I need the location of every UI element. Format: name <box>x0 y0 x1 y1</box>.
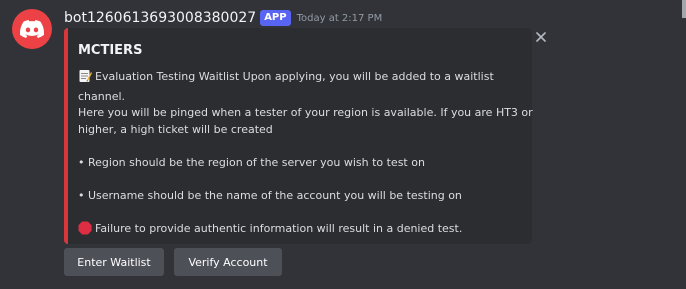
embed-description: Evaluation Testing Waitlist Upon applyin… <box>78 69 533 241</box>
message-timestamp: Today at 2:17 PM <box>296 12 383 24</box>
embed-card: MCTIERS Evaluation Testing Waitlist Upon… <box>64 28 533 244</box>
avatar[interactable] <box>12 9 52 49</box>
embed-line: • Username should be the name of the acc… <box>78 188 462 202</box>
embed-line: channel. <box>78 89 126 103</box>
embed-blank-line <box>78 138 524 155</box>
verify-account-button[interactable]: Verify Account <box>174 248 282 276</box>
embed-line: Failure to provide authentic information… <box>78 221 524 241</box>
embed-blank-line <box>78 204 524 221</box>
embed-text: Evaluation Testing Waitlist Upon applyin… <box>95 70 494 83</box>
embed-title: MCTIERS <box>78 43 143 58</box>
embed-text: Failure to provide authentic information… <box>95 221 463 235</box>
embed-line: Here you will be pinged when a tester of… <box>78 106 533 119</box>
message-header: bot1260613693008380027 APP Today at 2:17… <box>64 8 382 28</box>
embed-line: higher, a high ticket will be created <box>78 122 273 136</box>
author-name[interactable]: bot1260613693008380027 <box>64 10 256 26</box>
embed-blank-line <box>78 171 524 188</box>
embed-line: Evaluation Testing Waitlist Upon applyin… <box>78 69 524 89</box>
embed-line: • Region should be the region of the ser… <box>78 155 425 169</box>
button-row: Enter Waitlist Verify Account <box>64 248 282 276</box>
close-icon[interactable] <box>532 28 550 46</box>
enter-waitlist-button[interactable]: Enter Waitlist <box>64 248 164 276</box>
discord-logo-icon <box>20 20 44 38</box>
stop-sign-icon <box>78 221 92 241</box>
app-badge: APP <box>260 10 291 26</box>
chat-message: bot1260613693008380027 APP Today at 2:17… <box>0 0 686 289</box>
memo-icon <box>78 69 92 89</box>
